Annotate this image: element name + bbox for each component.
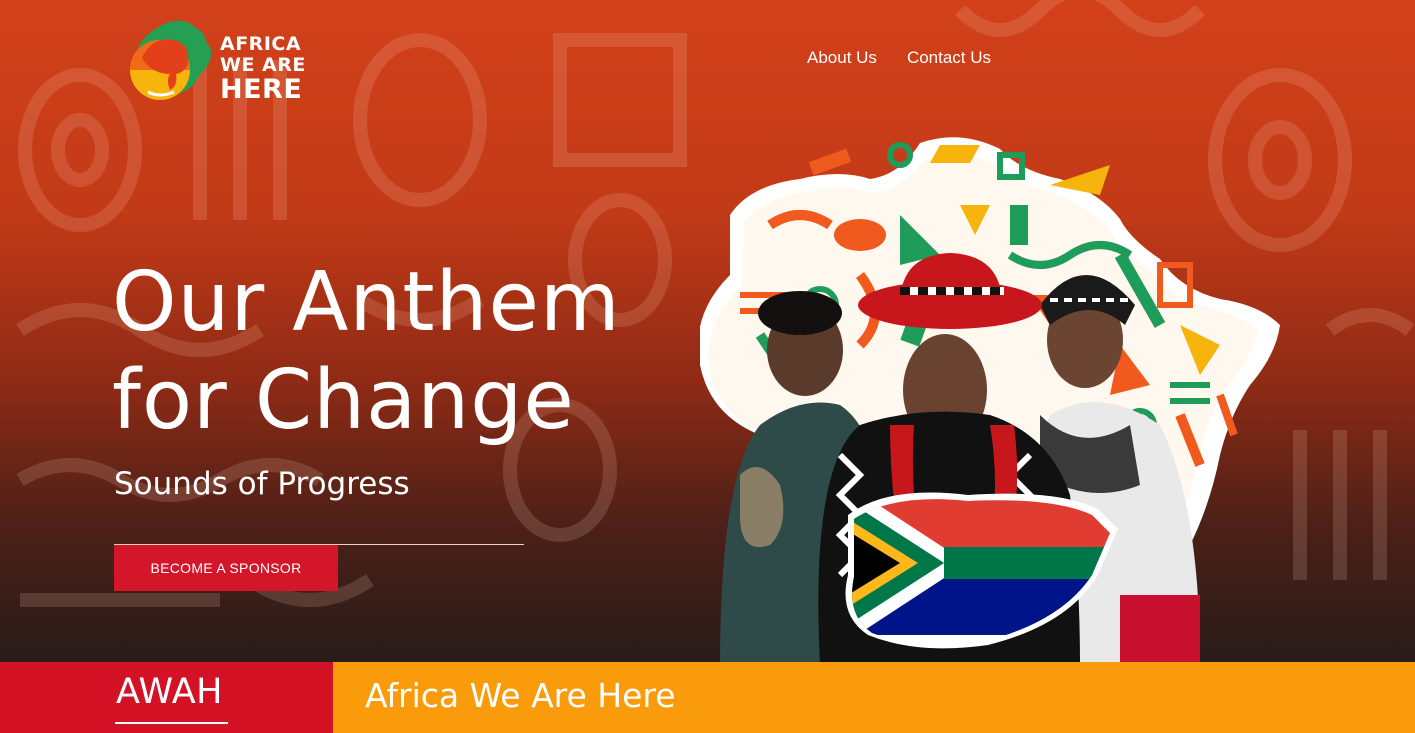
hero-artwork [700, 137, 1280, 662]
headline-line2: for Change [112, 353, 575, 448]
main-nav: About Us Contact Us [807, 48, 991, 68]
elephant-africa-logo-icon [130, 20, 212, 100]
awah-underline [115, 722, 228, 724]
footer-bar-short: AWAH [0, 662, 333, 733]
hero-subheading: Sounds of Progress [114, 466, 410, 502]
become-sponsor-button[interactable]: BECOME A SPONSOR [114, 545, 338, 591]
footer-bar-full: Africa We Are Here [333, 662, 1415, 733]
nav-about-us[interactable]: About Us [807, 48, 877, 68]
africa-we-are-here-label: Africa We Are Here [365, 676, 676, 715]
hero-headline: Our Anthem for Change [112, 254, 712, 450]
logo-text-line1: AFRICA [220, 33, 302, 55]
awah-label: AWAH [116, 672, 223, 712]
nav-contact-us[interactable]: Contact Us [907, 48, 991, 68]
logo-text-line3: HERE [220, 74, 303, 105]
hero-section: AFRICA WE ARE HERE About Us Contact Us O… [0, 0, 1415, 662]
logo-wordmark: AFRICA WE ARE HERE [220, 33, 316, 105]
headline-line1: Our Anthem [112, 255, 621, 350]
logo-text-line2: WE ARE [220, 54, 306, 76]
site-logo[interactable]: AFRICA WE ARE HERE [124, 18, 314, 104]
